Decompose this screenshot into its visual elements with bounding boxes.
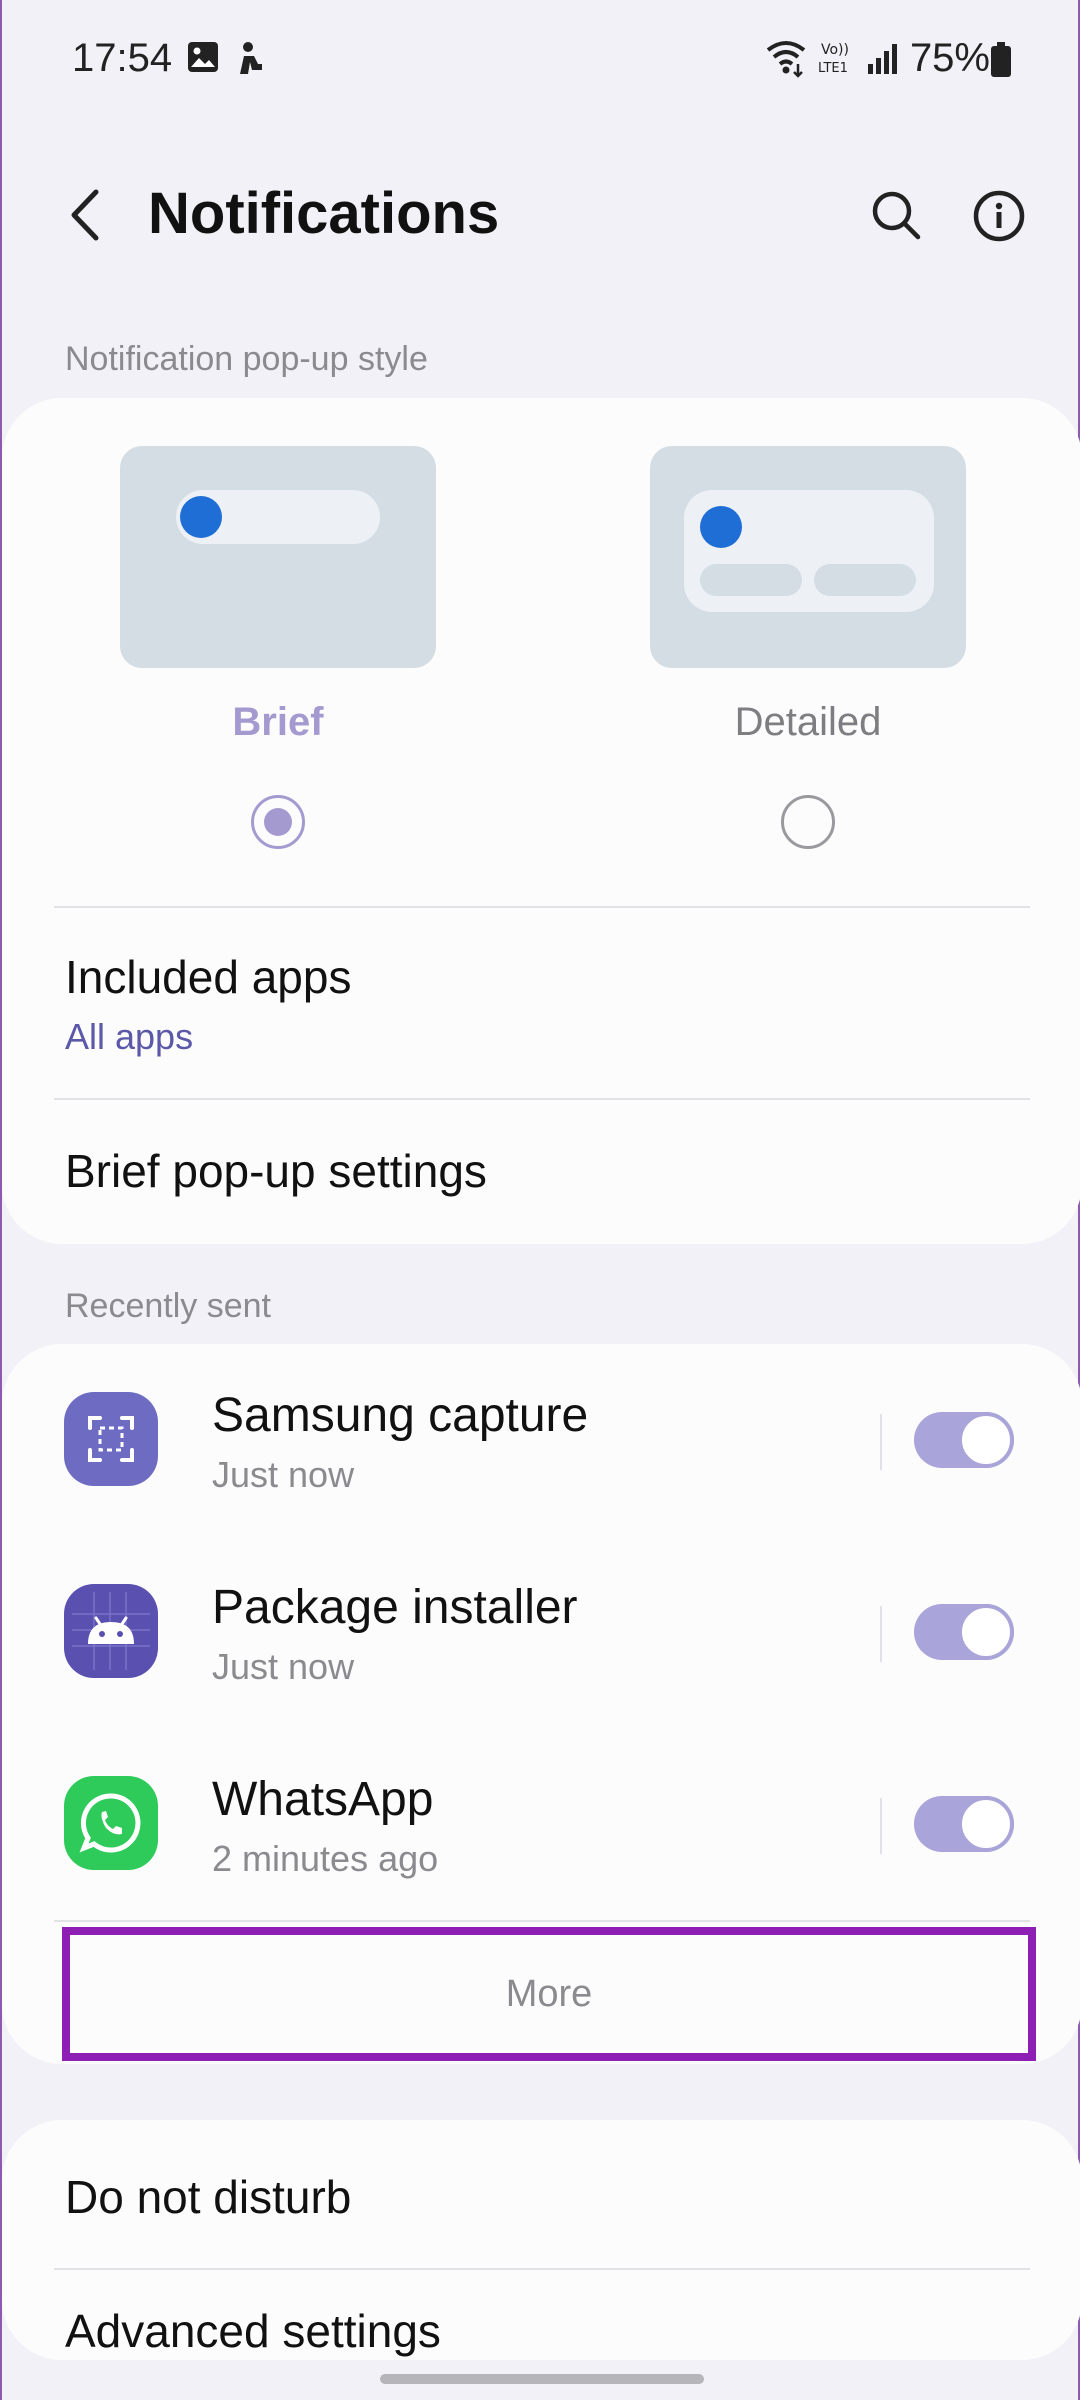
list-item[interactable]: Package installer Just now: [2, 1536, 1080, 1726]
brief-popup-settings-title: Brief pop-up settings: [65, 1145, 487, 1197]
radio-brief[interactable]: [251, 795, 305, 849]
advanced-settings-title: Advanced settings: [65, 2305, 441, 2357]
app-name: Samsung capture: [212, 1389, 589, 1442]
radio-detailed[interactable]: [781, 795, 835, 849]
option-label-brief: Brief: [232, 700, 324, 744]
search-button[interactable]: [862, 180, 932, 250]
app-icon: [234, 40, 264, 81]
info-button[interactable]: [964, 180, 1034, 250]
battery-icon: [990, 42, 1012, 83]
included-apps-row[interactable]: Included apps All apps: [2, 908, 1080, 1098]
option-detailed[interactable]: Detailed: [648, 446, 968, 849]
advanced-settings-row[interactable]: Advanced settings: [2, 2270, 1080, 2360]
more-button[interactable]: More: [62, 1927, 1036, 2061]
package-installer-icon: [64, 1584, 158, 1678]
divider: [880, 1414, 882, 1470]
bottom-settings-card: Do not disturb Advanced settings: [2, 2120, 1080, 2360]
app-bar: Notifications: [2, 150, 1080, 280]
list-item[interactable]: Samsung capture Just now: [2, 1344, 1080, 1534]
included-apps-value: All apps: [65, 1016, 194, 1057]
gallery-icon: [186, 40, 220, 79]
brief-preview: [120, 446, 436, 668]
svg-text:LTE1: LTE1: [818, 61, 848, 76]
page-title: Notifications: [148, 181, 500, 246]
list-item[interactable]: WhatsApp 2 minutes ago: [2, 1728, 1080, 1918]
home-indicator[interactable]: [380, 2374, 704, 2384]
option-label-detailed: Detailed: [734, 700, 882, 744]
back-button[interactable]: [58, 180, 118, 250]
detailed-preview: [650, 446, 966, 668]
section-header-recently-sent: Recently sent: [65, 1287, 271, 1325]
section-header-popup-style: Notification pop-up style: [65, 340, 428, 378]
option-brief[interactable]: Brief: [118, 446, 438, 849]
app-time: Just now: [212, 1454, 355, 1495]
battery-percent: 75%: [909, 36, 990, 80]
app-time: 2 minutes ago: [212, 1838, 439, 1879]
toggle-samsung-capture[interactable]: [914, 1412, 1014, 1468]
do-not-disturb-row[interactable]: Do not disturb: [2, 2120, 1080, 2266]
toggle-whatsapp[interactable]: [914, 1796, 1014, 1852]
app-time: Just now: [212, 1646, 355, 1687]
divider: [54, 1920, 1030, 1922]
status-bar: 17:54 Vo)) LTE1 75%: [2, 0, 1080, 120]
brief-popup-settings-row[interactable]: Brief pop-up settings: [2, 1100, 1080, 1240]
info-icon: [964, 190, 1034, 254]
search-icon: [862, 191, 932, 254]
included-apps-title: Included apps: [65, 951, 352, 1003]
volte-icon: Vo)) LTE1: [818, 40, 860, 81]
signal-icon: [866, 42, 900, 81]
svg-text:Vo)): Vo)): [821, 42, 849, 58]
divider: [880, 1606, 882, 1662]
back-icon: [58, 189, 118, 254]
app-name: WhatsApp: [212, 1773, 434, 1826]
popup-style-card: Brief Detailed Included apps All apps Br…: [2, 398, 1080, 1244]
whatsapp-icon: [64, 1776, 158, 1870]
wifi-icon: [764, 38, 808, 83]
divider: [880, 1798, 882, 1854]
samsung-capture-icon: [64, 1392, 158, 1486]
do-not-disturb-title: Do not disturb: [65, 2171, 352, 2223]
toggle-package-installer[interactable]: [914, 1604, 1014, 1660]
status-time: 17:54: [72, 36, 173, 80]
app-name: Package installer: [212, 1581, 578, 1634]
